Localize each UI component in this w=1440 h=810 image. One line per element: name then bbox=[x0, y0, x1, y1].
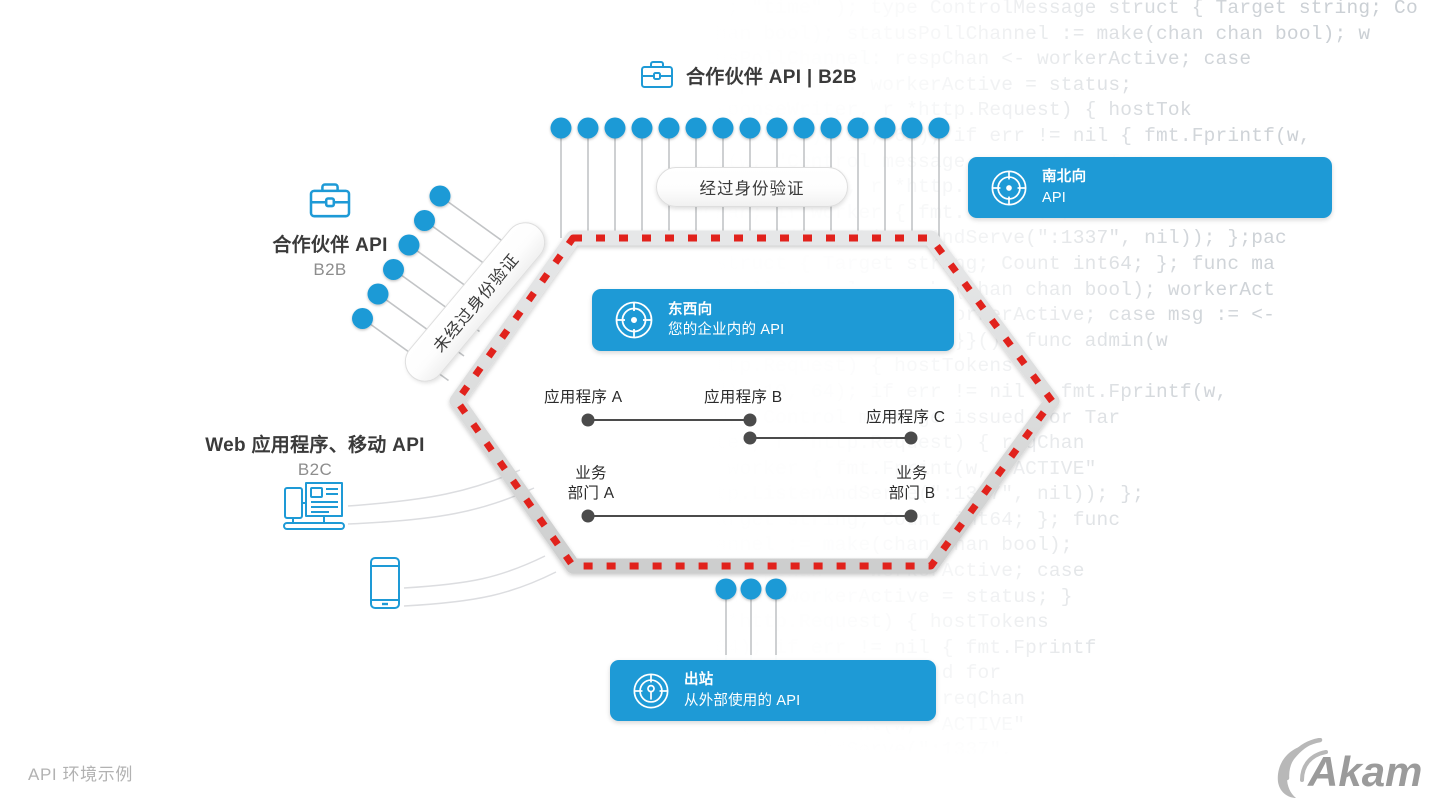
mobile-phone-icon bbox=[368, 556, 402, 610]
badge-north-south-subtitle: API bbox=[1042, 189, 1066, 206]
briefcase-icon bbox=[640, 60, 674, 90]
desktop-computer-icon bbox=[281, 478, 349, 534]
badge-north-south[interactable]: 南北向 API bbox=[968, 157, 1332, 218]
authenticated-pill-label: 经过身份验证 bbox=[699, 180, 805, 198]
top-api-dots bbox=[550, 117, 950, 139]
api-endpoint-dot bbox=[604, 117, 626, 139]
api-endpoint-dot bbox=[429, 185, 451, 207]
api-endpoint-dot bbox=[766, 117, 788, 139]
api-endpoint-dot bbox=[631, 117, 653, 139]
diagram-canvas: ; ; ; ; "time" ); type ControlMessage st… bbox=[0, 0, 1440, 810]
node-label-bu-a: 业务 部门 A bbox=[567, 465, 615, 503]
outbound-api-dots bbox=[715, 578, 787, 600]
akamai-logo: Akamai bbox=[1272, 738, 1422, 800]
api-endpoint-dot bbox=[715, 578, 737, 600]
badge-east-west[interactable]: 东西向 您的企业内的 API bbox=[592, 289, 954, 351]
top-channel-group: 合作伙伴 API | B2B bbox=[640, 60, 857, 90]
api-endpoint-dot bbox=[793, 117, 815, 139]
api-endpoint-dot bbox=[740, 578, 762, 600]
b2c-subtitle: B2C bbox=[297, 460, 333, 479]
briefcase-icon bbox=[308, 182, 352, 220]
left-channel-group: 合作伙伴 API B2B bbox=[250, 182, 410, 280]
outbound-target-icon bbox=[632, 672, 670, 710]
interior-node-links bbox=[581, 413, 918, 523]
top-channel-label: 合作伙伴 API | B2B bbox=[686, 66, 858, 88]
left-channel-title: 合作伙伴 API bbox=[272, 235, 388, 256]
api-endpoint-dot bbox=[739, 117, 761, 139]
crosshair-target-icon bbox=[990, 169, 1028, 207]
api-endpoint-dot bbox=[658, 117, 680, 139]
node-label-app-c: 应用程序 C bbox=[866, 409, 946, 426]
api-endpoint-dot bbox=[685, 117, 707, 139]
api-endpoint-dot bbox=[550, 117, 572, 139]
outbound-connector-lines bbox=[725, 589, 777, 660]
node-label-app-a: 应用程序 A bbox=[544, 389, 623, 406]
api-endpoint-dot bbox=[712, 117, 734, 139]
api-endpoint-dot bbox=[874, 117, 896, 139]
api-endpoint-dot bbox=[847, 117, 869, 139]
left-channel-subtitle: B2B bbox=[313, 260, 347, 279]
authenticated-pill: 经过身份验证 bbox=[656, 167, 848, 207]
api-endpoint-dot bbox=[367, 283, 389, 305]
b2c-channel-group: Web 应用程序、移动 API B2C bbox=[204, 430, 426, 480]
api-endpoint-dot bbox=[414, 210, 435, 231]
b2c-title: Web 应用程序、移动 API bbox=[205, 435, 425, 456]
badge-north-south-title: 南北向 bbox=[1042, 169, 1087, 186]
api-endpoint-dot bbox=[577, 117, 599, 139]
api-endpoint-dot bbox=[765, 578, 787, 600]
api-endpoint-dot bbox=[352, 308, 373, 329]
badge-outbound-subtitle: 从外部使用的 API bbox=[684, 692, 801, 709]
badge-outbound-title: 出站 bbox=[684, 672, 714, 689]
badge-east-west-subtitle: 您的企业内的 API bbox=[668, 322, 785, 338]
badge-outbound[interactable]: 出站 从外部使用的 API bbox=[610, 660, 936, 721]
api-endpoint-dot bbox=[820, 117, 842, 139]
akamai-wordmark: Akamai bbox=[1307, 748, 1422, 795]
node-label-bu-b: 业务 部门 B bbox=[888, 465, 936, 503]
api-endpoint-dot bbox=[928, 117, 950, 139]
node-label-app-b: 应用程序 B bbox=[704, 389, 783, 406]
api-endpoint-dot bbox=[901, 117, 923, 139]
badge-east-west-title: 东西向 bbox=[668, 301, 713, 318]
crosshair-target-icon bbox=[614, 300, 654, 340]
page-caption: API 环境示例 bbox=[28, 765, 133, 784]
